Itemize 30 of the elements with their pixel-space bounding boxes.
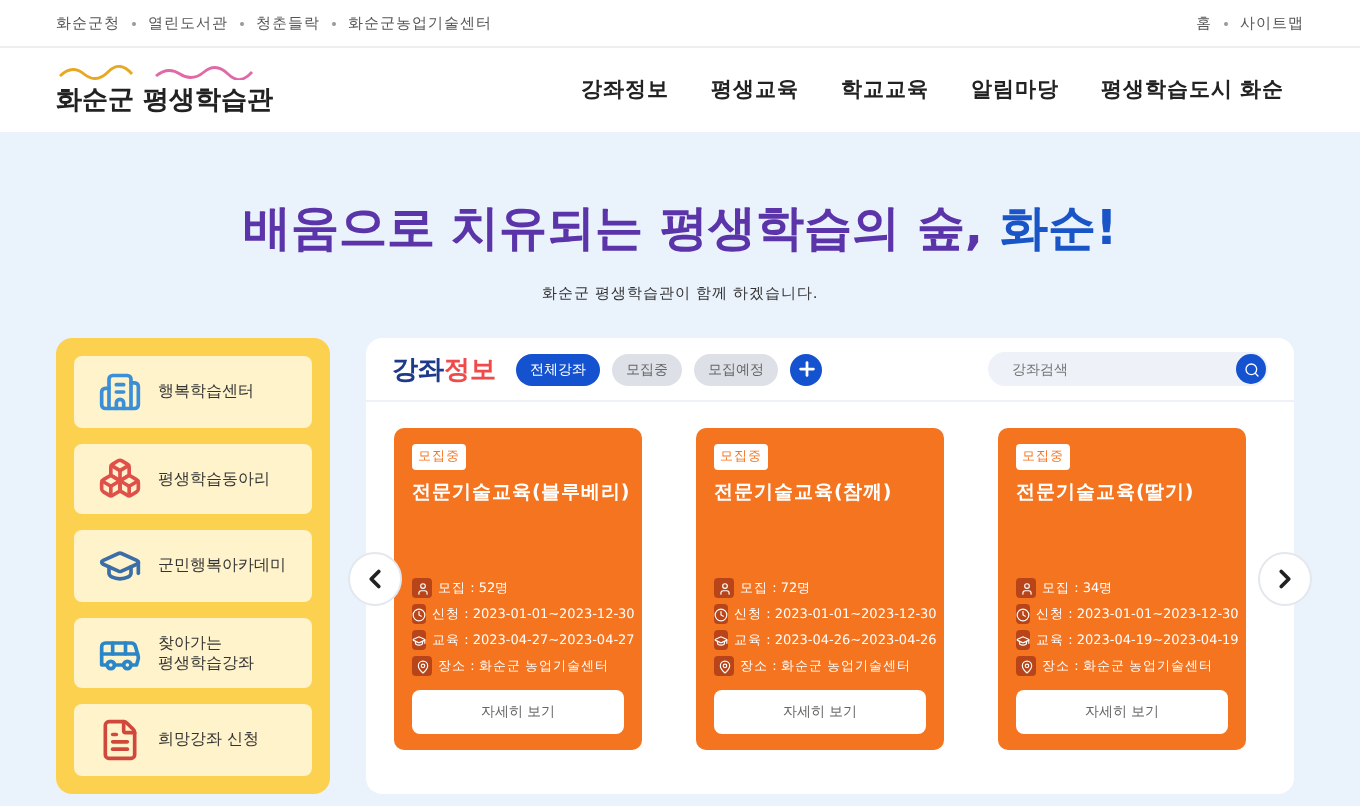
nav-item[interactable]: 학교교육 <box>840 76 929 104</box>
quick-menu-item[interactable]: 행복학습센터 <box>74 356 312 428</box>
nav-item[interactable]: 알림마당 <box>970 76 1059 104</box>
hero-headline: 배움으로 치유되는 평생학습의 숲, 화순! <box>242 198 1118 260</box>
quick-menu-item[interactable]: 평생학습동아리 <box>74 443 312 515</box>
search-icon <box>1243 361 1259 377</box>
section-title: 강좌정보 <box>392 353 496 387</box>
quick-menu-label: 행복학습센터 <box>158 382 254 402</box>
search-button[interactable] <box>1236 354 1266 384</box>
course-title: 전문기술교육(딸기) <box>1016 480 1196 506</box>
course-title: 전문기술교육(참깨) <box>714 480 894 506</box>
quick-menu-item[interactable]: 군민행복아카데미 <box>74 530 312 602</box>
site-logo[interactable]: 화순군 평생학습관 <box>56 81 274 117</box>
quick-menu-label: 평생학습동아리 <box>158 469 270 489</box>
quick-menu-item[interactable]: 희망강좌 신청 <box>74 704 312 776</box>
plus-icon <box>795 358 817 380</box>
next-button[interactable] <box>1258 552 1312 606</box>
building-icon <box>98 369 142 414</box>
nav-item[interactable]: 강좌정보 <box>580 76 669 104</box>
quick-menu-label: 찾아가는 평생학습강좌 <box>158 633 254 673</box>
quick-menu-label: 희망강좌 신청 <box>158 730 260 750</box>
course-title: 전문기술교육(블루베리) <box>412 480 624 506</box>
nav-item[interactable]: 평생학습도시 화순 <box>1100 76 1284 104</box>
document-icon <box>98 718 142 763</box>
nav-item[interactable]: 평생교육 <box>710 76 799 104</box>
quick-menu-item[interactable]: 찾아가는 평생학습강좌 <box>74 617 312 689</box>
quick-menu-label: 군민행복아카데미 <box>158 556 286 576</box>
blocks-icon <box>98 456 142 501</box>
add-button[interactable] <box>790 353 822 385</box>
previous-button[interactable] <box>348 552 402 606</box>
